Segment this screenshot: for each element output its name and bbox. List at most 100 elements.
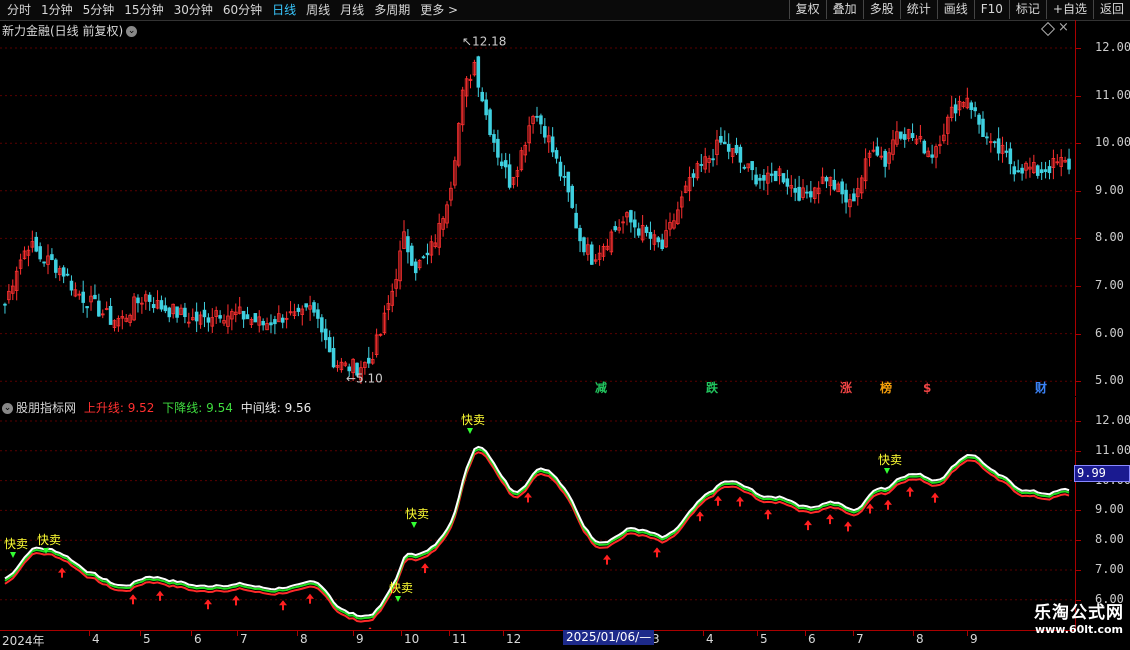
y-tick bbox=[1075, 95, 1081, 97]
candle-body bbox=[42, 261, 46, 264]
tool-button-6[interactable]: 标记 bbox=[1008, 0, 1046, 19]
candle-body bbox=[726, 143, 731, 152]
sell-arrow-icon bbox=[10, 552, 16, 558]
y-label: 6.00 bbox=[1095, 325, 1124, 340]
date-tick bbox=[89, 631, 90, 636]
date-tick bbox=[703, 631, 704, 636]
candle-body bbox=[636, 228, 641, 236]
candle-body bbox=[613, 226, 618, 231]
tool-button-0[interactable]: 复权 bbox=[788, 0, 826, 19]
period-tabs: 分时 1分钟 5分钟 15分钟 30分钟 60分钟 日线 周线 月线 多周期 更多 > bbox=[2, 1, 463, 20]
date-label: 12 bbox=[506, 632, 522, 646]
indicator-name: 股朋指标网 bbox=[16, 401, 77, 415]
tab-period-7[interactable]: 周线 bbox=[301, 1, 335, 20]
date-tick bbox=[449, 631, 450, 636]
candle-body bbox=[574, 212, 578, 229]
date-tick bbox=[401, 631, 402, 636]
indicator-chart[interactable]: 快卖 快卖快卖快卖快卖快卖 bbox=[0, 397, 1075, 629]
tab-period-0[interactable]: 分时 bbox=[2, 1, 36, 20]
y-label: 8.00 bbox=[1095, 532, 1124, 547]
candle-body bbox=[985, 136, 989, 139]
buy-arrow-icon bbox=[129, 594, 137, 600]
buy-arrow-icon bbox=[368, 627, 372, 629]
y-tick bbox=[1075, 510, 1081, 512]
tab-period-1[interactable]: 1分钟 bbox=[36, 1, 78, 20]
candle-body bbox=[844, 189, 848, 203]
y-tick bbox=[1075, 286, 1081, 287]
y-tick bbox=[1075, 421, 1081, 422]
candle-body bbox=[507, 164, 512, 188]
y-tick bbox=[1075, 540, 1081, 542]
candle-body bbox=[723, 141, 727, 145]
tab-period-6[interactable]: 日线 bbox=[267, 1, 301, 20]
buy-arrow-icon bbox=[884, 499, 892, 505]
price-chart[interactable]: ↖12.18 ←5.10 减 跌 涨 榜 $ 财 bbox=[0, 20, 1075, 396]
candle-body bbox=[902, 134, 907, 140]
candle-body bbox=[159, 300, 164, 310]
candle-body bbox=[805, 191, 809, 194]
buy-arrow-icon bbox=[306, 593, 314, 599]
tab-period-5[interactable]: 60分钟 bbox=[218, 1, 267, 20]
sell-signal: 快卖 bbox=[878, 453, 902, 467]
tool-button-7[interactable]: +自选 bbox=[1045, 0, 1093, 19]
candle-body bbox=[566, 171, 571, 193]
date-label: 8 bbox=[300, 632, 308, 646]
candle-body bbox=[973, 107, 977, 112]
candle-body bbox=[320, 317, 324, 333]
buy-arrow-icon bbox=[736, 496, 744, 502]
sell-signal: 快卖 bbox=[4, 537, 28, 551]
tab-period-9[interactable]: 多周期 bbox=[369, 1, 415, 20]
candle-body bbox=[93, 294, 97, 300]
candle-body bbox=[488, 109, 492, 135]
buy-arrow-icon bbox=[58, 567, 66, 573]
chevron-down-icon[interactable]: ⌄ bbox=[2, 403, 13, 414]
candle-body bbox=[1020, 167, 1024, 174]
candle-body bbox=[981, 118, 985, 137]
candle-body bbox=[97, 300, 101, 317]
date-axis: 2024年 4 5 6 7 8 9 10 11 12 3 4 5 6 7 8 9 bbox=[0, 630, 1075, 648]
date-label: 6 bbox=[194, 632, 202, 646]
tool-button-2[interactable]: 多股 bbox=[862, 0, 900, 19]
tab-period-3[interactable]: 15分钟 bbox=[119, 1, 168, 20]
date-label: 4 bbox=[92, 632, 100, 646]
tool-button-5[interactable]: F10 bbox=[973, 0, 1009, 19]
candle-body bbox=[719, 136, 723, 143]
buy-arrow-icon bbox=[696, 511, 704, 517]
candle-body bbox=[202, 309, 207, 318]
candle-body bbox=[797, 186, 801, 201]
candle-body bbox=[629, 210, 633, 223]
tool-button-8[interactable]: 返回 bbox=[1092, 0, 1130, 19]
tool-button-4[interactable]: 画线 bbox=[936, 0, 974, 19]
tab-period-4[interactable]: 30分钟 bbox=[169, 1, 218, 20]
candle-body bbox=[1067, 158, 1071, 170]
candle-body bbox=[562, 176, 567, 178]
date-tick bbox=[503, 631, 504, 636]
candle-body bbox=[824, 177, 829, 182]
candle-body bbox=[492, 134, 496, 143]
candle-body bbox=[644, 226, 649, 233]
candle-body bbox=[61, 267, 66, 277]
candle-body bbox=[809, 191, 813, 198]
candle-body bbox=[1016, 170, 1020, 173]
tab-period-10[interactable]: 更多 > bbox=[415, 1, 463, 20]
candle-body bbox=[899, 131, 903, 139]
mid-line-value: 9.56 bbox=[284, 401, 312, 415]
tab-period-8[interactable]: 月线 bbox=[335, 1, 369, 20]
candle-body bbox=[930, 154, 934, 158]
buy-arrow-icon bbox=[232, 595, 240, 601]
y-tick bbox=[1075, 190, 1081, 192]
sell-arrow-icon bbox=[395, 596, 401, 602]
y-label: 9.00 bbox=[1095, 502, 1124, 517]
candle-body bbox=[245, 314, 250, 320]
tool-button-3[interactable]: 统计 bbox=[899, 0, 937, 19]
buy-arrow-icon bbox=[826, 514, 834, 520]
buy-arrow-icon bbox=[906, 486, 914, 492]
event-tag: 财 bbox=[1034, 380, 1047, 395]
candle-body bbox=[738, 146, 743, 163]
tab-period-2[interactable]: 5分钟 bbox=[78, 1, 120, 20]
candle-body bbox=[953, 104, 958, 114]
sell-arrow-icon bbox=[411, 522, 417, 528]
tool-button-1[interactable]: 叠加 bbox=[825, 0, 863, 19]
price-axis bbox=[1075, 20, 1130, 396]
date-tick bbox=[805, 631, 806, 636]
